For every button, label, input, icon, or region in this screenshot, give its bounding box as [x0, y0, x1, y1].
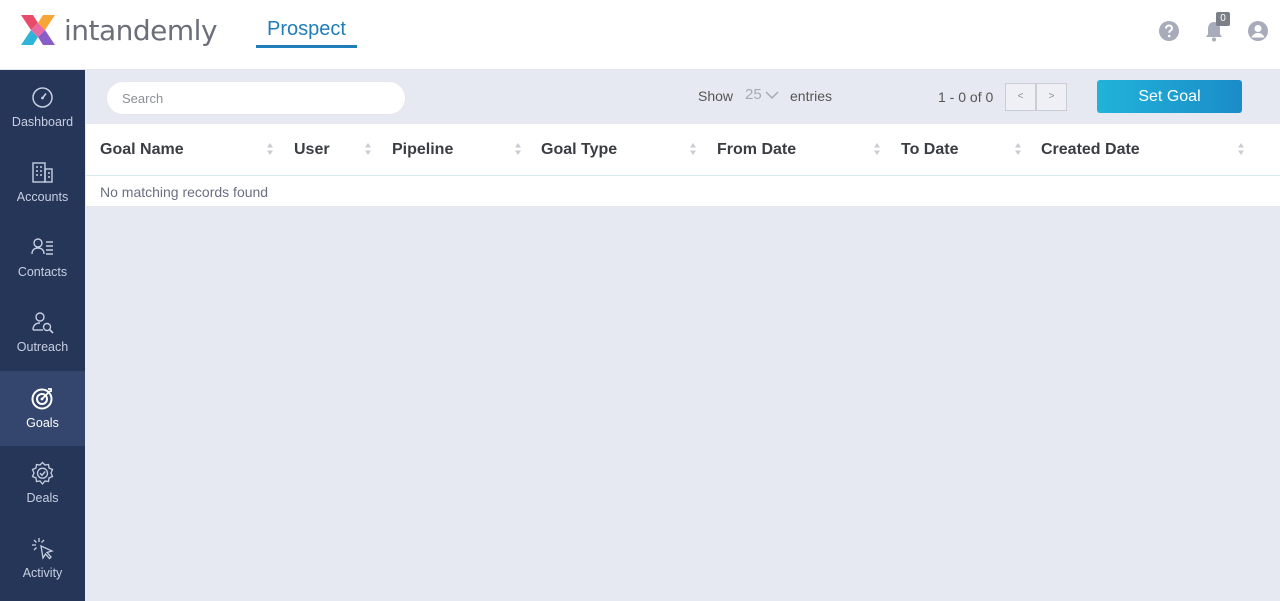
sidebar-item-activity[interactable]: Activity	[0, 521, 85, 596]
sidebar-item-label: Contacts	[17, 265, 68, 279]
top-header: intandemly Prospect 0	[0, 0, 1280, 70]
notification-count-badge: 0	[1216, 12, 1230, 26]
sidebar-item-goals[interactable]: Goals	[0, 371, 85, 446]
target-icon	[31, 388, 53, 410]
building-icon	[32, 162, 53, 183]
table-empty-row: No matching records found	[86, 176, 1280, 207]
sidebar-item-label: Goals	[26, 416, 59, 430]
sidebar-item-dashboard[interactable]: Dashboard	[0, 70, 85, 145]
empty-message: No matching records found	[100, 184, 269, 200]
column-header-user[interactable]: User	[294, 141, 330, 159]
column-header-goal-name[interactable]: Goal Name	[100, 141, 184, 159]
pagination-info: 1 - 0 of 0	[938, 89, 994, 105]
sidebar-item-accounts[interactable]: Accounts	[0, 145, 85, 220]
logo-mark-icon	[17, 9, 59, 51]
sort-icon[interactable]	[689, 142, 697, 156]
deals-icon	[31, 461, 54, 486]
search-input[interactable]	[106, 81, 406, 115]
sidebar-item-outreach[interactable]: Outreach	[0, 295, 85, 370]
help-icon[interactable]	[1158, 20, 1180, 42]
sidebar-item-label: Outreach	[16, 340, 69, 354]
sidebar-item-contacts[interactable]: Contacts	[0, 220, 85, 295]
sidebar-item-label: Accounts	[16, 190, 69, 204]
table-header-row: Goal Name User Pipeline Goal Type From D…	[86, 124, 1280, 176]
sort-icon[interactable]	[873, 142, 881, 156]
gauge-icon	[32, 87, 53, 108]
next-page-button[interactable]: >	[1036, 83, 1067, 111]
sort-icon[interactable]	[266, 142, 274, 156]
sidebar-item-label: Activity	[22, 566, 63, 580]
sort-icon[interactable]	[1237, 142, 1245, 156]
outreach-icon	[32, 312, 54, 334]
entries-per-page-select[interactable]: 25	[745, 86, 781, 108]
activity-icon	[32, 538, 54, 560]
column-header-goal-type[interactable]: Goal Type	[541, 141, 617, 159]
show-label: Show	[698, 88, 734, 104]
sidebar-nav: Dashboard Accounts Contacts Outreach Goa…	[0, 70, 85, 601]
logo-text: intandemly	[64, 13, 218, 47]
contacts-icon	[31, 238, 53, 255]
chevron-down-icon	[765, 91, 779, 100]
sidebar-item-deals[interactable]: Deals	[0, 446, 85, 521]
user-icon[interactable]	[1247, 20, 1269, 42]
goals-table: Goal Name User Pipeline Goal Type From D…	[86, 124, 1280, 207]
set-goal-button[interactable]: Set Goal	[1097, 80, 1242, 113]
entries-per-page-value: 25	[745, 86, 762, 103]
sort-icon[interactable]	[514, 142, 522, 156]
module-title-prospect[interactable]: Prospect	[256, 16, 357, 48]
column-header-pipeline[interactable]: Pipeline	[392, 141, 453, 159]
column-header-to-date[interactable]: To Date	[901, 141, 958, 159]
sidebar-item-label: Deals	[26, 491, 59, 505]
sort-icon[interactable]	[364, 142, 372, 156]
entries-label: entries	[790, 88, 833, 104]
column-header-from-date[interactable]: From Date	[717, 141, 796, 159]
sidebar-item-label: Dashboard	[11, 115, 74, 129]
sort-icon[interactable]	[1014, 142, 1022, 156]
prev-page-button[interactable]: <	[1005, 83, 1036, 111]
app-logo[interactable]: intandemly	[17, 9, 218, 51]
column-header-created-date[interactable]: Created Date	[1041, 141, 1140, 159]
